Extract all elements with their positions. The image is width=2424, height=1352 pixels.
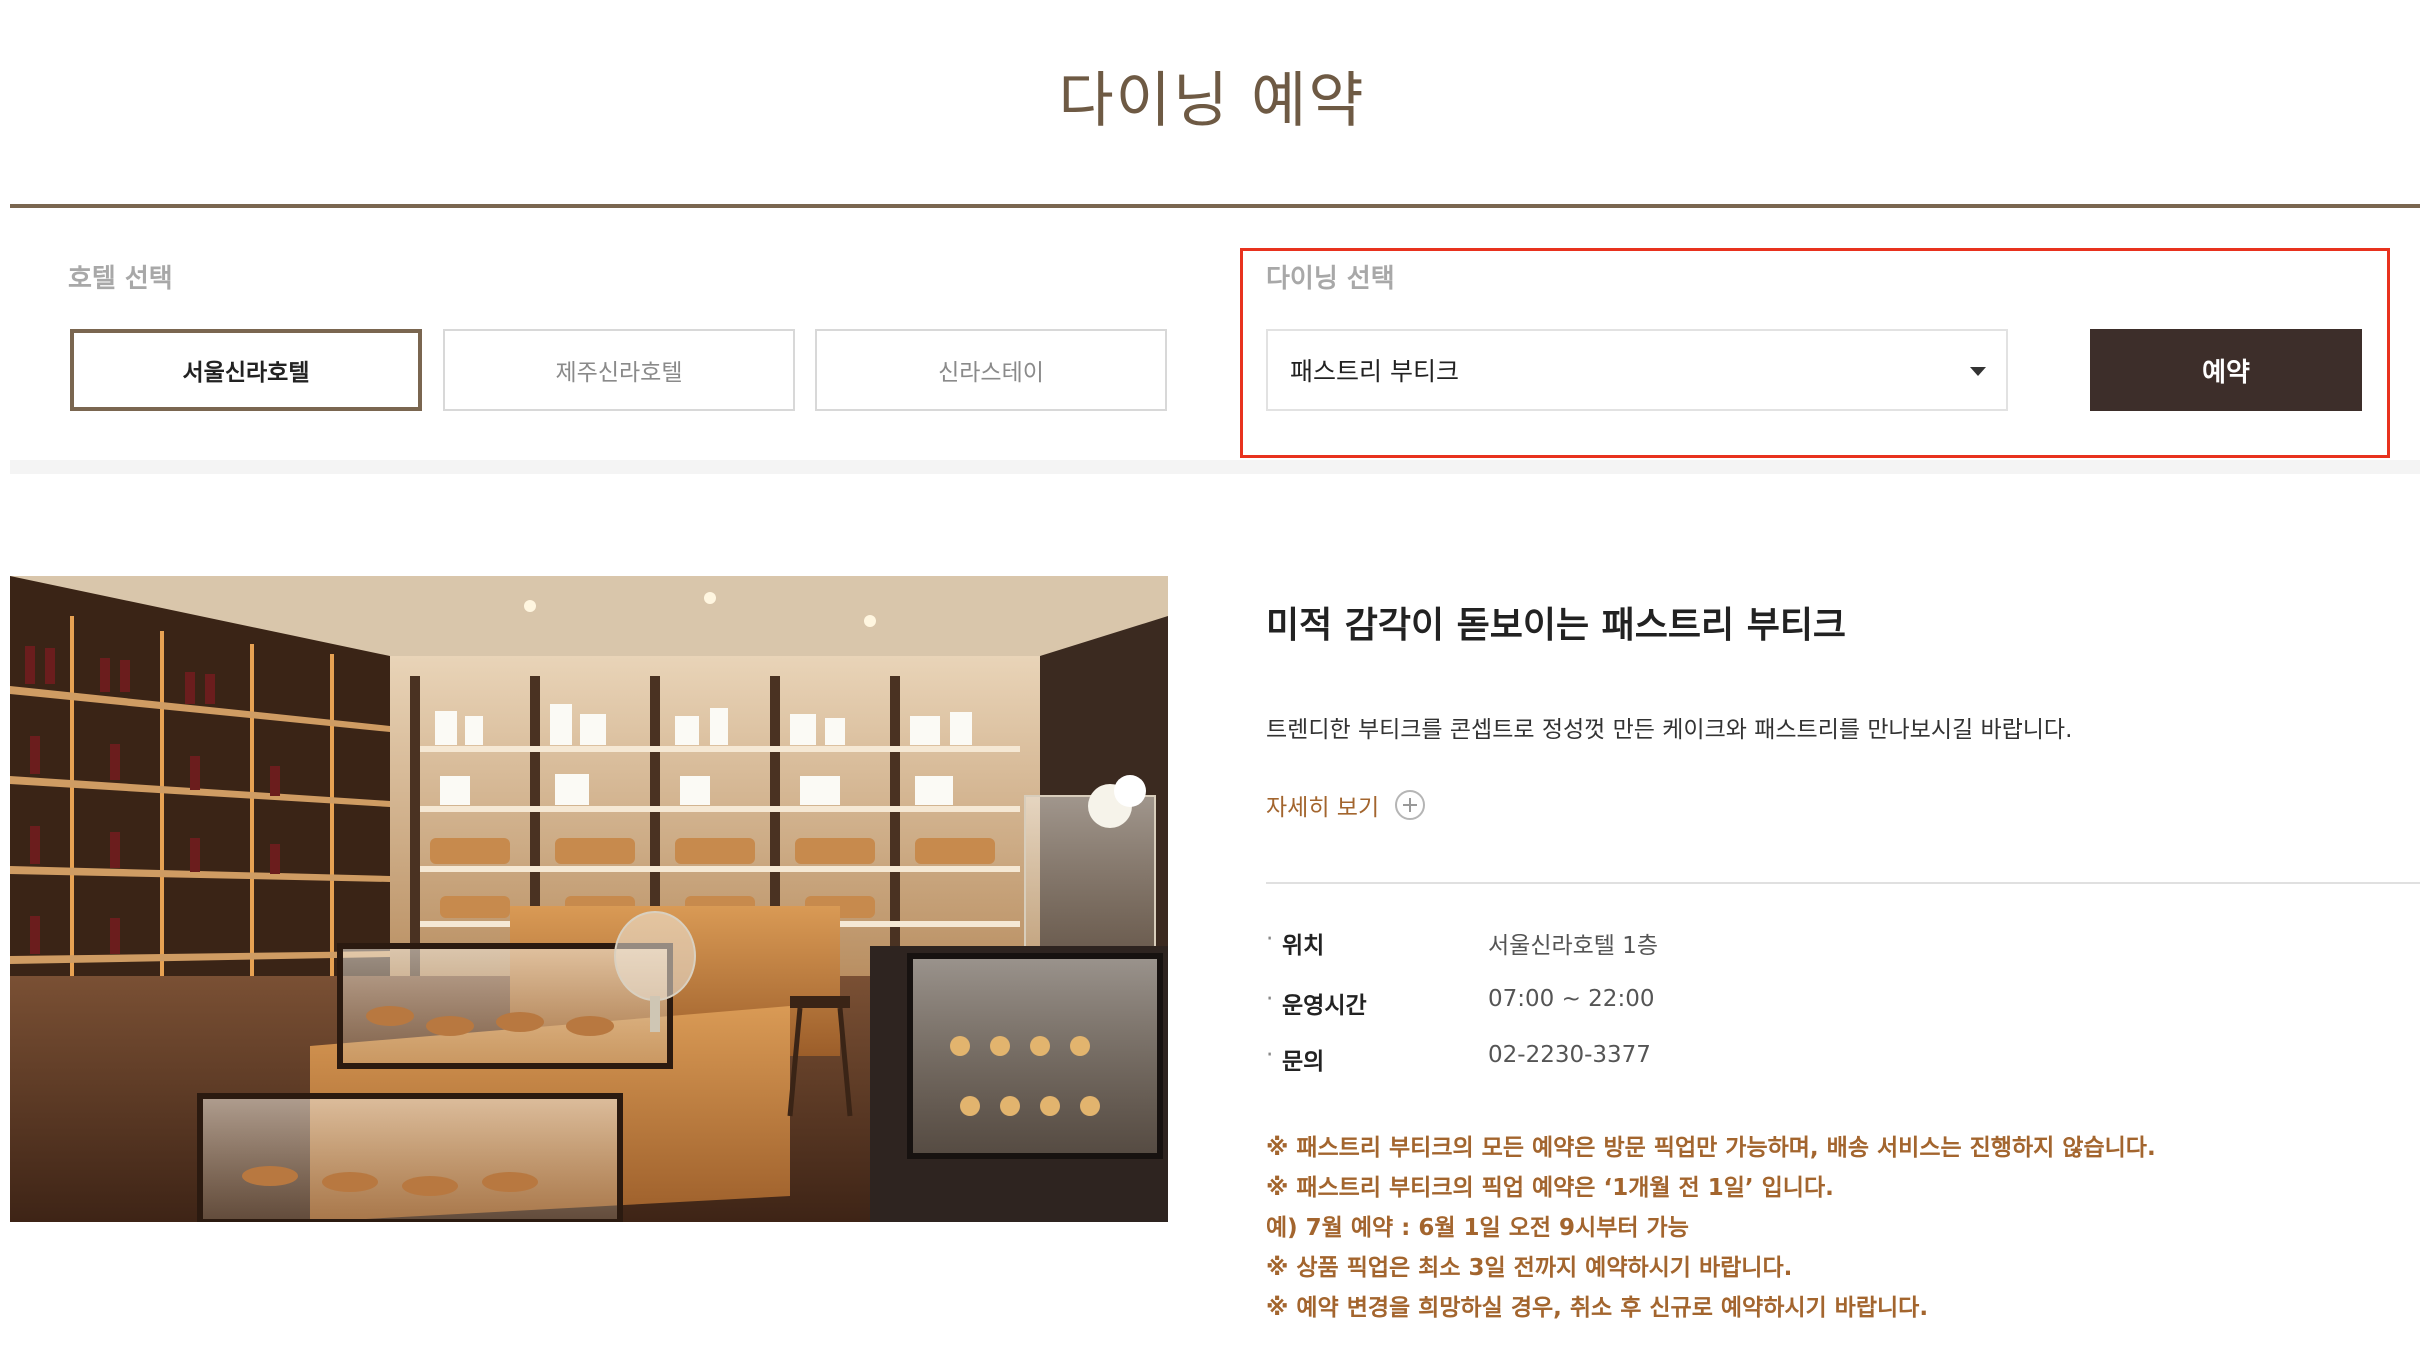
hotel-select-label: 호텔 선택: [68, 264, 173, 294]
note-line: ※ 패스트리 부티크의 픽업 예약은 ‘1개월 전 1일’ 입니다.: [1266, 1175, 1834, 1201]
restaurant-description: 트렌디한 부티크를 콘셉트로 정성껏 만든 케이크와 패스트리를 만나보시길 바…: [1266, 717, 2073, 743]
hotel-option-shillastay[interactable]: 신라스테이: [815, 329, 1167, 411]
bullet-icon: ·: [1266, 986, 1274, 1012]
hotel-option-seoul[interactable]: 서울신라호텔: [70, 329, 422, 411]
chevron-down-icon: [1970, 367, 1986, 376]
info-key: 운영시간: [1282, 993, 1367, 1019]
note-line: ※ 패스트리 부티크의 모든 예약은 방문 픽업만 가능하며, 배송 서비스는 …: [1266, 1135, 2156, 1161]
restaurant-title: 미적 감각이 돋보이는 패스트리 부티크: [1266, 605, 1847, 646]
info-value: 서울신라호텔 1층: [1488, 933, 1659, 959]
note-line: ※ 상품 픽업은 최소 3일 전까지 예약하시기 바랍니다.: [1266, 1255, 1793, 1281]
info-row-hours: · 운영시간 07:00 ~ 22:00: [1266, 986, 1654, 1020]
pastry-boutique-photo: [10, 576, 1168, 1222]
info-row-contact: · 문의 02-2230-3377: [1266, 1042, 1651, 1076]
title-divider: [10, 204, 2420, 208]
info-key: 위치: [1282, 933, 1325, 959]
info-value: 02-2230-3377: [1488, 1042, 1651, 1068]
reserve-button[interactable]: 예약: [2090, 329, 2362, 411]
info-divider: [1266, 882, 2420, 884]
info-key: 문의: [1282, 1049, 1325, 1075]
plus-circle-icon: [1395, 790, 1426, 820]
bullet-icon: ·: [1266, 926, 1274, 952]
bullet-icon: ·: [1266, 1042, 1274, 1068]
dining-select-value: 패스트리 부티크: [1290, 357, 1459, 386]
more-details-label: 자세히 보기: [1266, 795, 1380, 821]
page-title: 다이닝 예약: [1058, 66, 1366, 136]
dining-select-label: 다이닝 선택: [1266, 264, 1395, 294]
section-divider: [10, 460, 2420, 474]
dining-select-dropdown[interactable]: 패스트리 부티크: [1266, 329, 2008, 411]
more-details-link[interactable]: 자세히 보기: [1266, 788, 1426, 822]
info-value: 07:00 ~ 22:00: [1488, 986, 1655, 1012]
note-line: 예) 7월 예약 : 6월 1일 오전 9시부터 가능: [1266, 1215, 1689, 1241]
hotel-option-jeju[interactable]: 제주신라호텔: [443, 329, 795, 411]
reservation-notes: ※ 패스트리 부티크의 모든 예약은 방문 픽업만 가능하며, 배송 서비스는 …: [1266, 1128, 2156, 1328]
info-row-location: · 위치 서울신라호텔 1층: [1266, 926, 1658, 960]
note-line: ※ 예약 변경을 희망하실 경우, 취소 후 신규로 예약하시기 바랍니다.: [1266, 1295, 1929, 1321]
